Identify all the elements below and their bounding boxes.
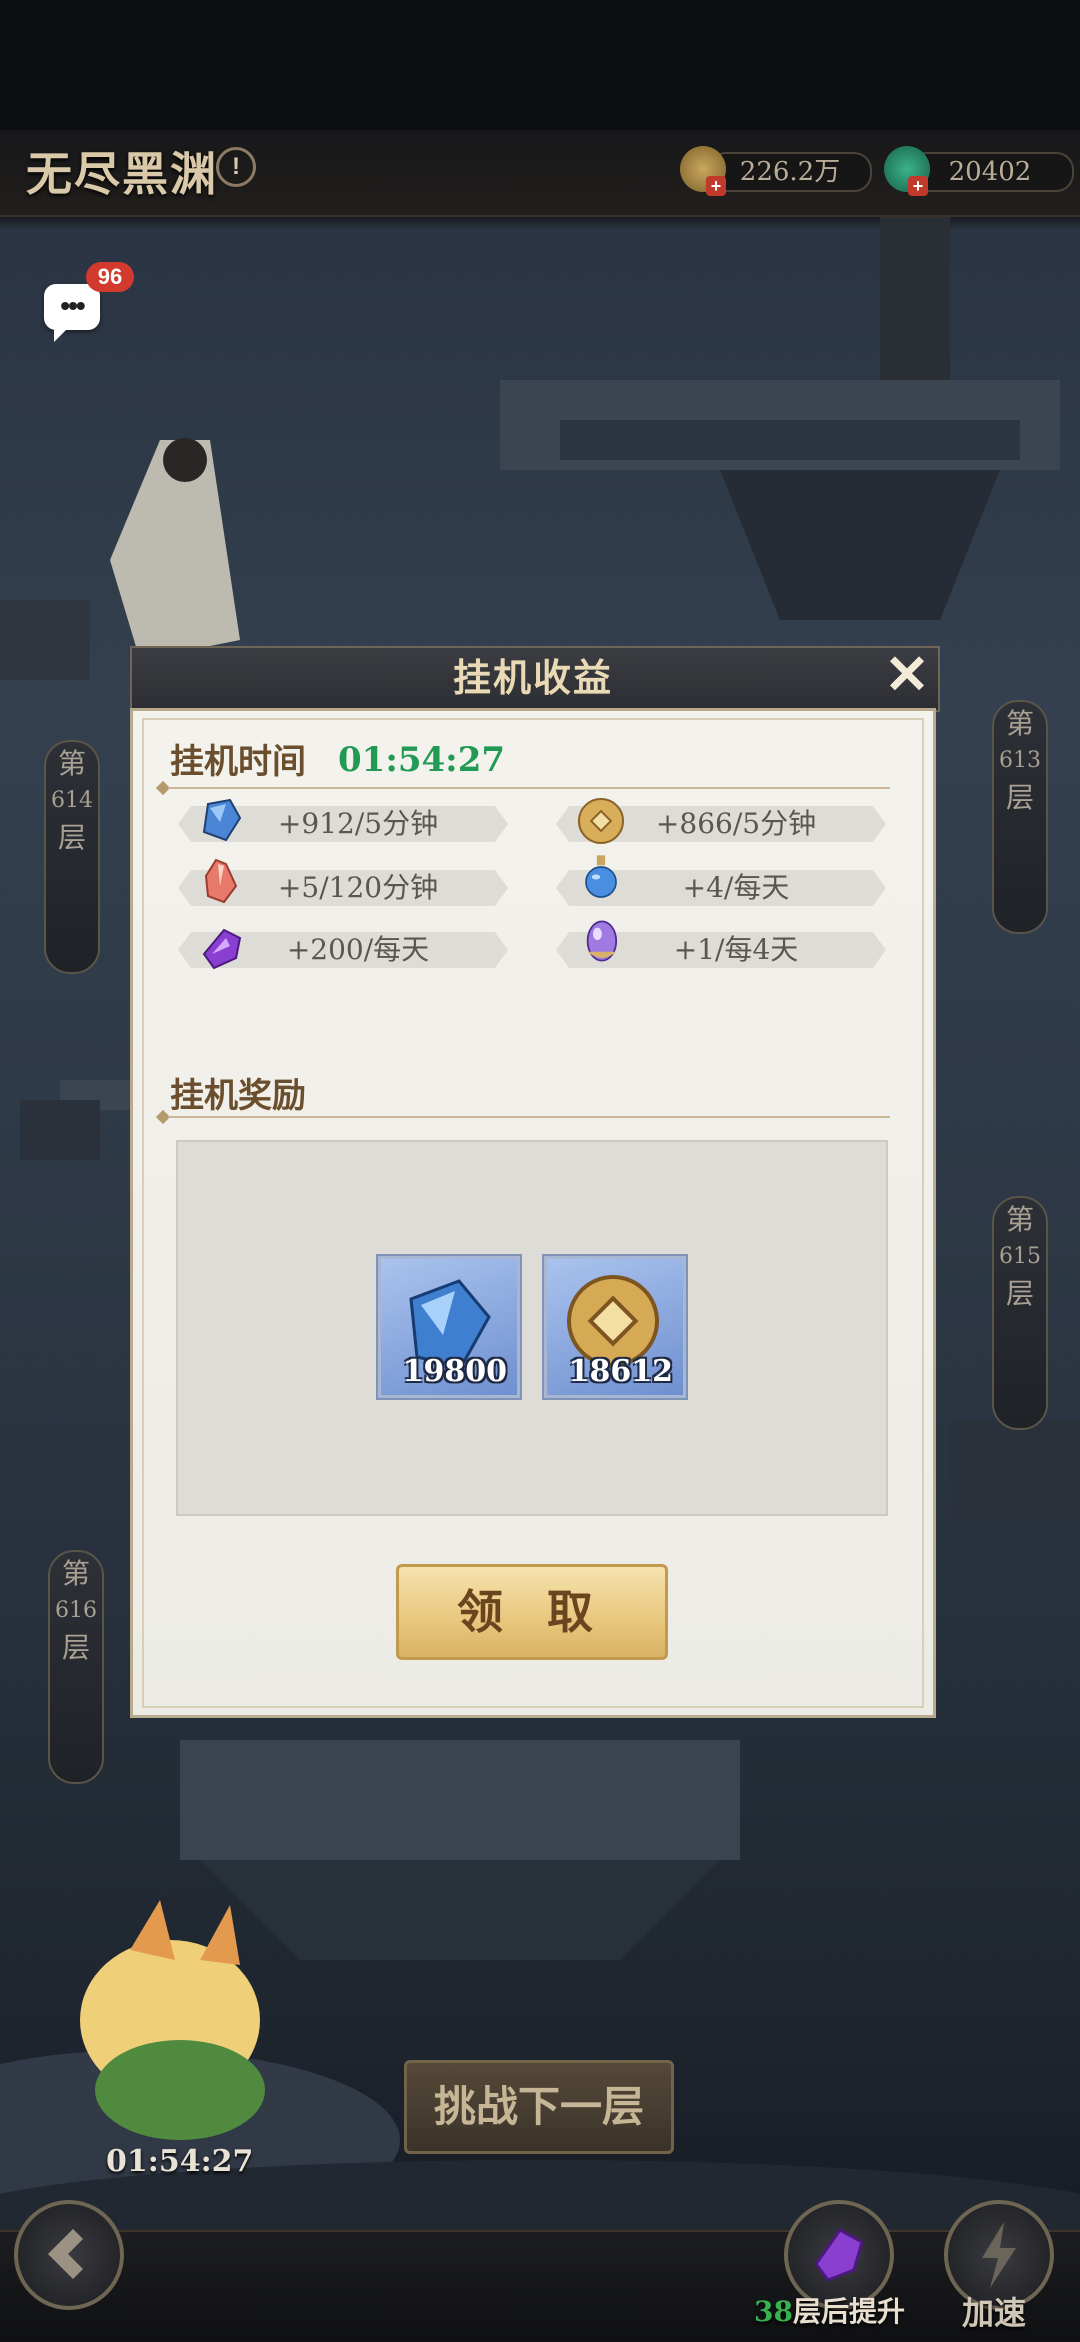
blue-crystal-icon (202, 798, 242, 842)
back-button[interactable] (14, 2200, 124, 2310)
coin-counter: 226.2万 (708, 152, 872, 192)
divider (168, 1116, 890, 1118)
red-crystal-icon (204, 858, 238, 904)
purple-egg-icon (586, 920, 618, 962)
reward-count: 19800 (402, 1354, 507, 1389)
gold-coin-icon (578, 798, 624, 844)
page-title: 无尽黑渊 (26, 147, 218, 201)
modal-title: 挂机收益 (452, 655, 613, 700)
speed-up-label: 加速 (962, 2294, 1027, 2332)
info-icon[interactable]: ! (216, 147, 256, 187)
blue-potion-icon (585, 855, 617, 898)
floor-banner-614[interactable]: 第 614 层 (44, 740, 100, 974)
floor-banner-616[interactable]: 第 616 层 (48, 1550, 104, 1784)
floor-banner-613[interactable]: 第 613 层 (992, 700, 1048, 934)
back-icon (48, 2229, 83, 2279)
challenge-next-floor-button[interactable]: 挑战下一层 (404, 2060, 674, 2154)
idle-reward-label: 挂机奖励 (170, 1076, 306, 1116)
gem-amount: 20402 (948, 157, 1032, 187)
reward-box (176, 1140, 888, 1516)
idle-time-label: 挂机时间 (170, 742, 306, 782)
idle-time-value: 01:54:27 (338, 740, 506, 780)
chat-icon[interactable]: ••• (44, 284, 100, 342)
close-icon[interactable]: ✕ (882, 648, 932, 702)
coin-amount: 226.2万 (739, 157, 841, 187)
chat-badge: 96 (86, 262, 134, 292)
add-coin-button[interactable]: + (706, 176, 726, 196)
gem-counter: 20402 (906, 152, 1074, 192)
reward-count: 18612 (568, 1354, 673, 1389)
reward-item[interactable]: 19800 (378, 1256, 520, 1398)
pet-timer: 01:54:27 (106, 2144, 254, 2179)
add-gem-button[interactable]: + (908, 176, 928, 196)
reward-item[interactable]: 18612 (544, 1256, 686, 1398)
purple-crystal-icon (814, 2228, 864, 2282)
purple-crystal-icon (202, 928, 242, 970)
floor-banner-615[interactable]: 第 615 层 (992, 1196, 1048, 1430)
floor-upgrade-text: 38层后提升 (754, 2295, 905, 2328)
bottom-bar (0, 2230, 1080, 2342)
claim-button[interactable]: 领 取 (396, 1564, 668, 1660)
divider (168, 787, 890, 789)
